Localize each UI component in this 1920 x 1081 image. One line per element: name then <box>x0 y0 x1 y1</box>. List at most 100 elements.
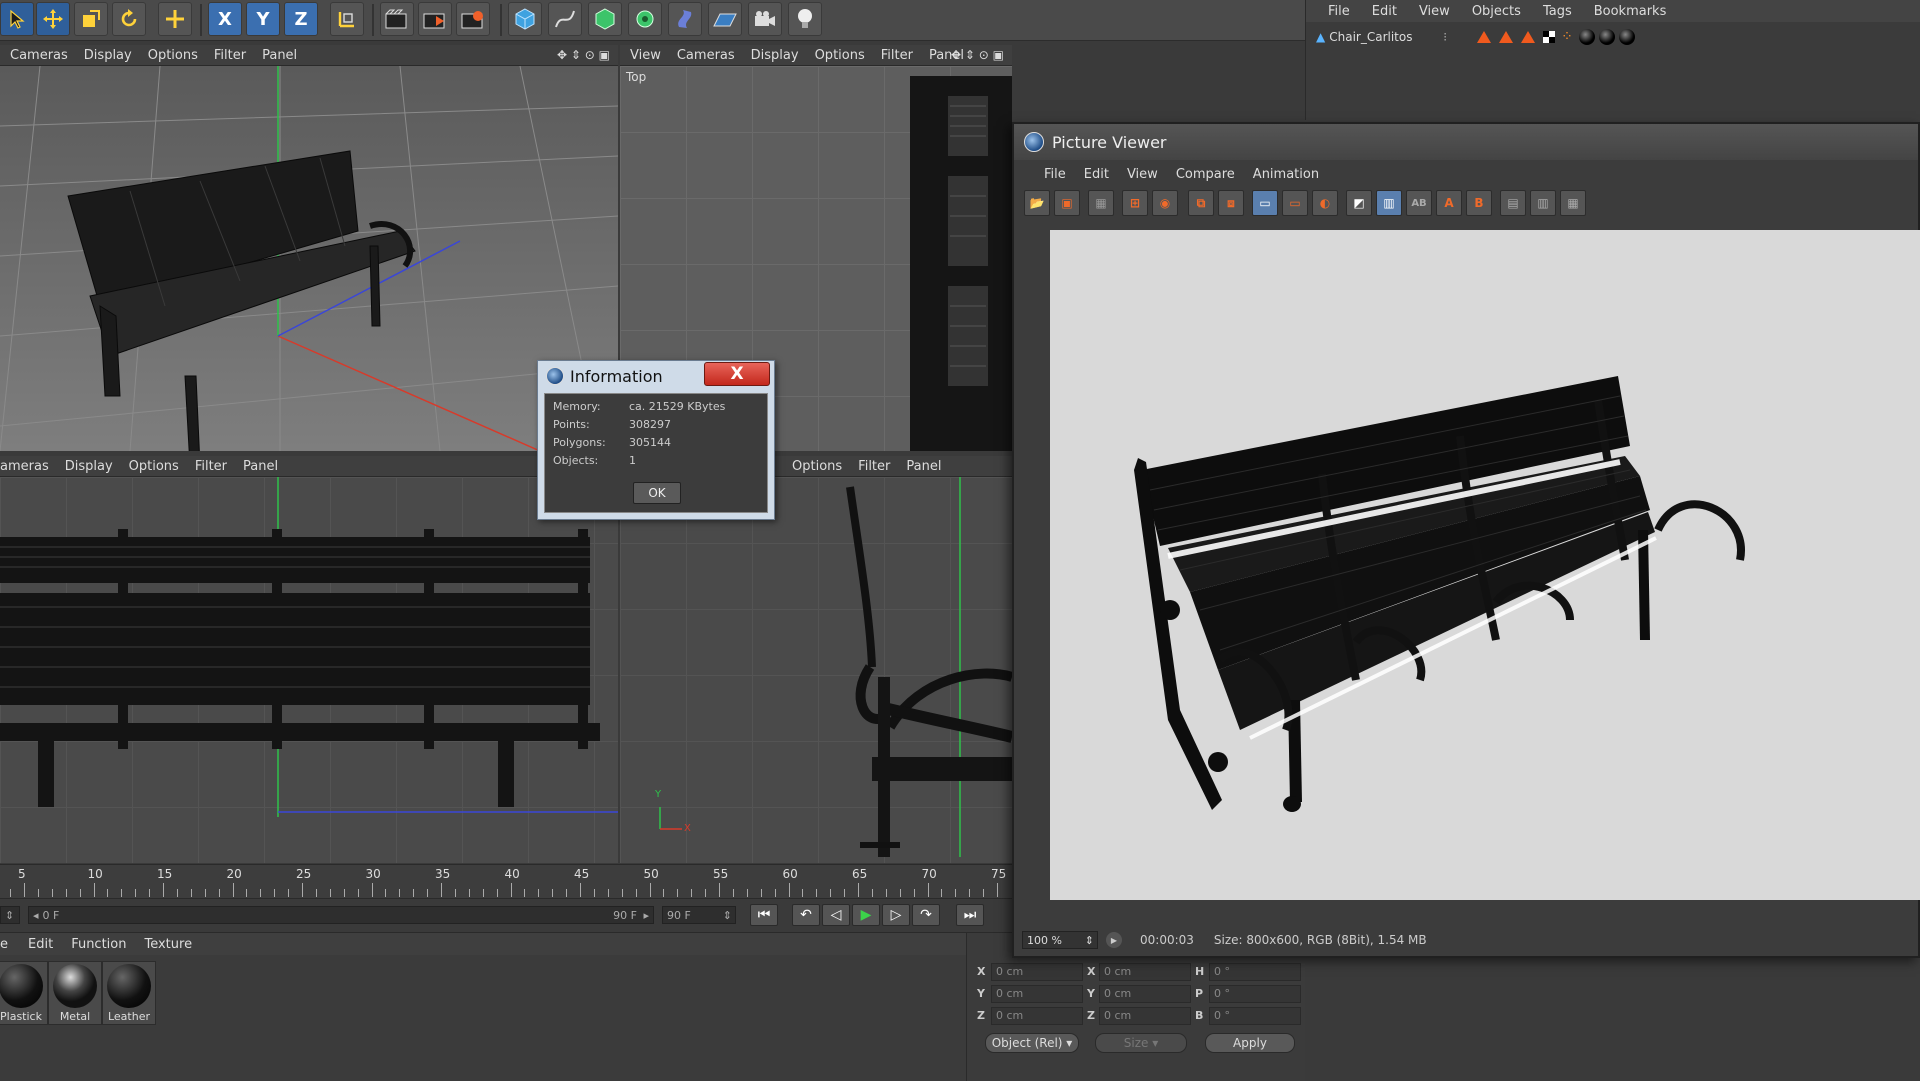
timeline-ruler[interactable]: 5 10 15 20 25 30 35 40 45 50 55 60 65 70 75 <box>0 864 1012 899</box>
material-swatch[interactable]: Plastick <box>0 961 48 1025</box>
menu-animation[interactable]: Animation <box>1253 167 1319 182</box>
menu-file[interactable]: File <box>1044 167 1066 182</box>
vp-menu-filter[interactable]: Filter <box>858 459 890 474</box>
perspective-viewport[interactable] <box>0 66 618 451</box>
set-a-icon[interactable]: A <box>1436 190 1462 216</box>
scale-tool-icon[interactable] <box>74 2 108 36</box>
open-file-icon[interactable]: 📂 <box>1024 190 1050 216</box>
fullscreen-icon[interactable]: ▭ <box>1252 190 1278 216</box>
next-key-icon[interactable]: ↷ <box>912 904 940 926</box>
vp-menu-display[interactable]: Display <box>751 48 799 63</box>
coordinate-mode-select[interactable]: Object (Rel) ▾ <box>985 1033 1079 1053</box>
range-left-arrow-icon[interactable]: ◂ <box>33 909 39 922</box>
right-viewport[interactable]: Y X <box>620 477 1012 863</box>
cube-primitive-icon[interactable] <box>508 2 542 36</box>
layer-icon[interactable]: ▤ <box>1500 190 1526 216</box>
set-b-icon[interactable]: B <box>1466 190 1492 216</box>
vp-menu-filter[interactable]: Filter <box>214 48 246 63</box>
material-swatch[interactable]: Metal <box>48 961 102 1025</box>
menu-function[interactable]: Function <box>71 937 126 952</box>
x-axis-lock-button[interactable]: X <box>208 2 242 36</box>
z-axis-lock-button[interactable]: Z <box>284 2 318 36</box>
spline-pen-icon[interactable] <box>548 2 582 36</box>
copy-icon[interactable]: ⧈ <box>1218 190 1244 216</box>
deformer-icon[interactable] <box>668 2 702 36</box>
apply-button[interactable]: Apply <box>1205 1033 1295 1053</box>
viewport-nav-icons[interactable]: ✥ ⇕ ⊙ ▣ <box>951 48 1004 62</box>
material-tag-icon[interactable] <box>1618 29 1635 45</box>
menu-file[interactable]: File <box>1328 4 1350 19</box>
menu-edit[interactable]: Edit <box>28 937 53 952</box>
vp-menu-panel[interactable]: Panel <box>262 48 297 63</box>
position-y-field[interactable]: 0 cm <box>991 985 1083 1003</box>
picture-viewer-titlebar[interactable]: Picture Viewer <box>1014 124 1918 160</box>
menu-texture[interactable]: Texture <box>144 937 192 952</box>
vp-menu-options[interactable]: Options <box>792 459 842 474</box>
menu-objects[interactable]: Objects <box>1472 4 1521 19</box>
histogram-icon[interactable]: ▦ <box>1560 190 1586 216</box>
floor-object-icon[interactable] <box>708 2 742 36</box>
material-tag-icon[interactable] <box>1578 29 1595 45</box>
menu-edit[interactable]: Edit <box>1372 4 1397 19</box>
clone-icon[interactable]: ⧉ <box>1188 190 1214 216</box>
vp-menu-panel[interactable]: Panel <box>906 459 941 474</box>
ab-text-icon[interactable]: AB <box>1406 190 1432 216</box>
menu-edit[interactable]: Edit <box>1084 167 1109 182</box>
size-z-field[interactable]: 0 cm <box>1099 1007 1191 1025</box>
size-y-field[interactable]: 0 cm <box>1099 985 1191 1003</box>
vp-menu-cameras[interactable]: Cameras <box>10 48 68 63</box>
menu-tags[interactable]: Tags <box>1543 4 1572 19</box>
menu-view[interactable]: View <box>1127 167 1158 182</box>
camera-object-icon[interactable] <box>748 2 782 36</box>
menu-view[interactable]: View <box>1419 4 1450 19</box>
channel-icon[interactable]: ▥ <box>1530 190 1556 216</box>
vp-menu-cameras[interactable]: Cameras <box>677 48 735 63</box>
render-settings-icon[interactable] <box>456 2 490 36</box>
vp-menu-panel[interactable]: Panel <box>243 459 278 474</box>
vp-menu-view[interactable]: View <box>630 48 661 63</box>
end-frame-field[interactable]: 90 F ⇕ <box>662 906 736 924</box>
rotation-p-field[interactable]: 0 ° <box>1209 985 1301 1003</box>
phong-tag-icon[interactable] <box>1499 31 1514 43</box>
live-selection-icon[interactable] <box>158 2 192 36</box>
viewport-nav-icons[interactable]: ✥ ⇕ ⊙ ▣ <box>557 48 610 62</box>
size-x-field[interactable]: 0 cm <box>1099 963 1191 981</box>
menu-compare[interactable]: Compare <box>1176 167 1235 182</box>
vp-menu-options[interactable]: Options <box>815 48 865 63</box>
array-generator-icon[interactable] <box>628 2 662 36</box>
menu-bookmarks[interactable]: Bookmarks <box>1594 4 1667 19</box>
ab-compare-icon[interactable]: ◩ <box>1346 190 1372 216</box>
light-object-icon[interactable] <box>788 2 822 36</box>
render-to-pv-icon[interactable]: ◉ <box>1152 190 1178 216</box>
close-icon[interactable]: X <box>704 362 770 386</box>
previous-frame-icon[interactable]: ◁ <box>822 904 850 926</box>
render-view-icon[interactable] <box>380 2 414 36</box>
zoom-select[interactable]: 100 % ⇕ <box>1022 931 1098 949</box>
position-x-field[interactable]: 0 cm <box>991 963 1083 981</box>
position-z-field[interactable]: 0 cm <box>991 1007 1083 1025</box>
rotate-tool-icon[interactable] <box>112 2 146 36</box>
next-frame-icon[interactable]: ▷ <box>882 904 910 926</box>
rotation-b-field[interactable]: 0 ° <box>1209 1007 1301 1025</box>
go-to-start-icon[interactable]: ⏮ <box>750 904 778 926</box>
fit-to-window-icon[interactable]: ▭ <box>1282 190 1308 216</box>
move-tool-icon[interactable] <box>36 2 70 36</box>
vp-menu-cameras[interactable]: ameras <box>0 459 49 474</box>
object-name[interactable]: Chair_Carlitos <box>1329 30 1429 44</box>
vp-menu-filter[interactable]: Filter <box>881 48 913 63</box>
previous-key-icon[interactable]: ↶ <box>792 904 820 926</box>
vp-menu-filter[interactable]: Filter <box>195 459 227 474</box>
render-to-picture-viewer-icon[interactable] <box>418 2 452 36</box>
stop-render-icon[interactable]: ▦ <box>1088 190 1114 216</box>
checker-tag-icon[interactable] <box>1543 31 1556 43</box>
visibility-dots-icon[interactable]: ⁝ <box>1443 30 1447 44</box>
rotation-h-field[interactable]: 0 ° <box>1209 963 1301 981</box>
range-right-arrow-icon[interactable]: ▸ <box>643 909 649 922</box>
vp-menu-display[interactable]: Display <box>65 459 113 474</box>
phong-tag-icon[interactable] <box>1521 31 1536 43</box>
front-viewport[interactable] <box>0 477 618 863</box>
rendered-image[interactable] <box>1050 230 1920 900</box>
ok-button[interactable]: OK <box>633 482 681 504</box>
vp-menu-display[interactable]: Display <box>84 48 132 63</box>
uvw-tag-icon[interactable]: ⁘ <box>1561 29 1573 45</box>
